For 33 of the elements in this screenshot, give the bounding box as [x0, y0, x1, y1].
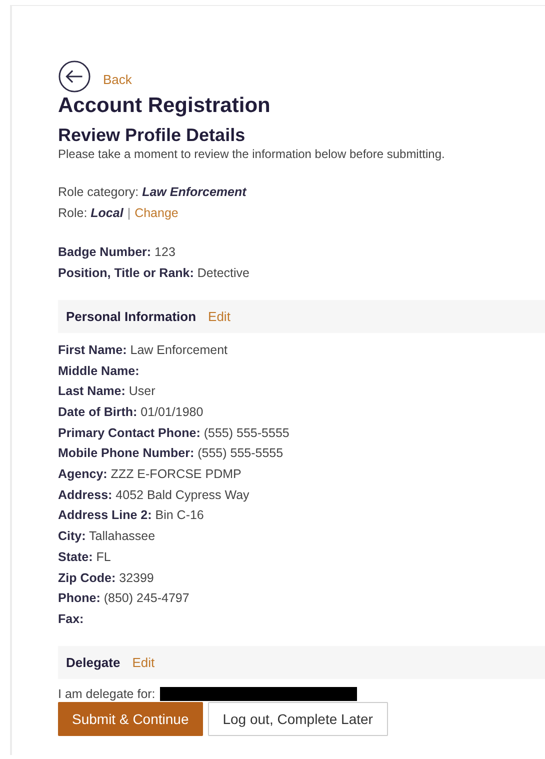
field-text: State: FL: [58, 548, 112, 566]
field-text: Date of Birth: 01/01/1980: [58, 404, 204, 421]
section-title: Review Profile Details: [58, 124, 246, 146]
back-link[interactable]: Back: [103, 72, 132, 87]
role-category-label: Role category:: [58, 185, 140, 199]
role-category-value: Law Enforcement: [142, 185, 246, 199]
edit-link[interactable]: Edit: [208, 308, 230, 324]
section-title: Personal Information: [66, 308, 196, 324]
field-text: Zip Code: 32399: [58, 570, 155, 587]
field-text: Badge Number: 123: [58, 244, 176, 262]
submit-button[interactable]: Submit & Continue: [58, 702, 203, 736]
field-text: Last Name: User: [58, 383, 156, 400]
delegate-label: I am delegate for:: [58, 686, 156, 702]
field-text: City: Tallahassee: [58, 528, 156, 546]
field-text: Address: 4052 Bald Cypress Way: [58, 486, 250, 504]
separator: |: [127, 206, 131, 220]
role-value: Local: [90, 206, 124, 220]
logout-button[interactable]: Log out, Complete Later: [208, 702, 388, 736]
field-text: Position, Title or Rank: Detective: [58, 265, 250, 282]
section-title: Delegate: [66, 654, 120, 670]
field-text: Mobile Phone Number: (555) 555-5555: [58, 445, 284, 462]
change-link[interactable]: Change: [134, 206, 178, 220]
instruction-text: Please take a moment to review the information below before submitting.: [58, 146, 446, 163]
field-text: Primary Contact Phone: (555) 555-5555: [58, 424, 290, 442]
field-text: Fax:: [58, 610, 85, 628]
field-text: Agency: ZZZ E-FORCSE PDMP: [58, 466, 242, 484]
field-text: First Name: Law Enforcement: [58, 342, 229, 359]
page-title: Account Registration: [58, 93, 272, 119]
role-label: Role:: [58, 206, 88, 220]
field-text: Phone: (850) 245-4797: [58, 590, 190, 608]
edit-link[interactable]: Edit: [132, 654, 155, 670]
field-text: Address Line 2: Bin C-16: [58, 507, 205, 524]
field-text: Middle Name:: [58, 362, 140, 380]
